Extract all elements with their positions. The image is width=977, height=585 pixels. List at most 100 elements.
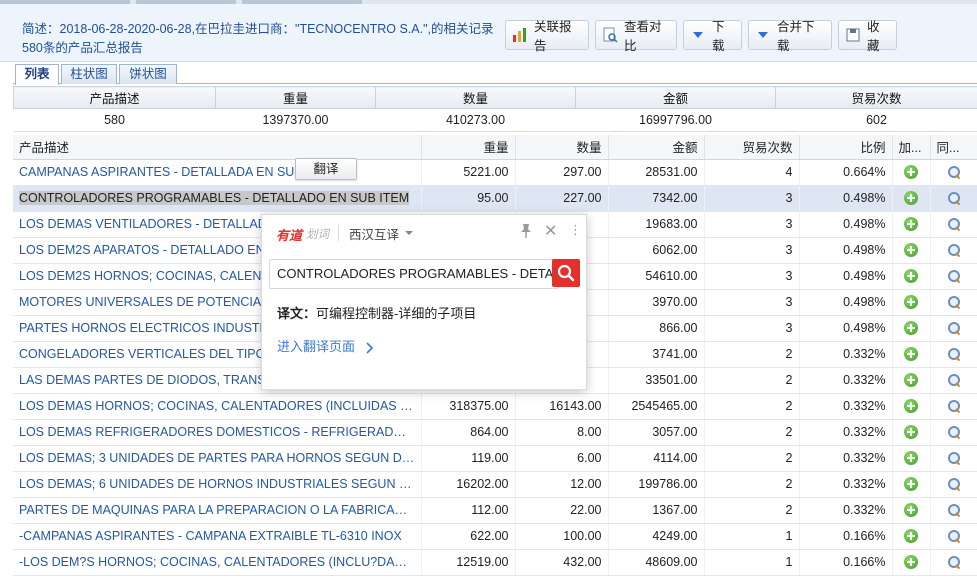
- add-cell: [892, 159, 931, 186]
- more-options-icon[interactable]: ⋮: [569, 222, 583, 238]
- magnifier-icon[interactable]: [947, 477, 961, 491]
- weight-cell-text: 5221.00: [463, 165, 509, 179]
- header-divider: [338, 225, 339, 241]
- magnifier-icon[interactable]: [947, 295, 961, 309]
- column-header-description[interactable]: 产品描述: [13, 135, 422, 160]
- product-description[interactable]: LOS DEMAS; 6 UNIDADES DE HORNOS INDUSTRI…: [13, 471, 422, 498]
- translate-button[interactable]: 翻译: [295, 158, 357, 180]
- magnifier-icon[interactable]: [947, 217, 961, 231]
- ratio-cell-text: 0.498%: [843, 269, 886, 283]
- summary-value: 602: [775, 108, 977, 132]
- youdao-logo-sub: 划词: [306, 229, 329, 241]
- magnifier-icon[interactable]: [947, 321, 961, 335]
- table-row[interactable]: LOS DEMAS REFRIGERADORES DOMESTICOS - RE…: [13, 419, 977, 446]
- close-icon[interactable]: ✕: [544, 221, 557, 241]
- add-cell: [892, 393, 931, 420]
- magnifier-icon[interactable]: [947, 425, 961, 439]
- magnifier-icon[interactable]: [947, 555, 961, 569]
- product-description-text: LOS DEMAS; 6 UNIDADES DE HORNOS INDUSTRI…: [19, 477, 421, 491]
- amount-cell-text: 3970.00: [652, 295, 698, 309]
- add-icon[interactable]: [904, 347, 918, 362]
- chevron-down-icon[interactable]: [405, 231, 413, 235]
- amount-cell-text: 866.00: [659, 321, 698, 335]
- add-icon[interactable]: [904, 243, 918, 258]
- column-header-amount[interactable]: 金额: [608, 135, 705, 160]
- table-row[interactable]: -LOS DEM?S HORNOS; COCINAS, CALENTADORES…: [13, 549, 977, 576]
- pin-icon[interactable]: [519, 223, 533, 239]
- product-description[interactable]: LOS DEMAS; 3 UNIDADES DE PARTES PARA HOR…: [13, 445, 422, 472]
- magnifier-icon[interactable]: [947, 399, 961, 413]
- enter-translation-page-link[interactable]: 进入翻译页面: [277, 336, 375, 355]
- merge-download-button[interactable]: 合并下载: [748, 20, 832, 53]
- add-icon[interactable]: [904, 503, 918, 518]
- column-header-quantity[interactable]: 数量: [515, 135, 609, 160]
- download-button[interactable]: 下载: [683, 20, 742, 53]
- product-description[interactable]: CONTROLADORES PROGRAMABLES - DETALLADO E…: [13, 185, 422, 212]
- magnifier-icon[interactable]: [947, 243, 961, 257]
- column-header-weight[interactable]: 重量: [421, 135, 516, 160]
- amount-cell-text: 3057.00: [652, 425, 698, 439]
- tab-list[interactable]: 列表: [15, 64, 59, 85]
- summary-header: 金额: [575, 86, 776, 109]
- add-icon[interactable]: [904, 165, 918, 180]
- magnifier-icon[interactable]: [947, 451, 961, 465]
- tab-pie-chart[interactable]: 饼状图: [119, 64, 177, 84]
- table-row[interactable]: CONTROLADORES PROGRAMABLES - DETALLADO E…: [13, 185, 977, 212]
- ratio-cell: 0.332%: [799, 393, 893, 420]
- add-icon[interactable]: [904, 529, 918, 544]
- magnifier-icon[interactable]: [947, 503, 961, 517]
- column-header-same[interactable]: 同...: [930, 135, 977, 160]
- magnifier-icon[interactable]: [947, 529, 961, 543]
- weight-cell-text: 12519.00: [456, 555, 509, 569]
- summary-header: 数量: [375, 86, 576, 109]
- add-icon[interactable]: [904, 295, 918, 310]
- column-header-ratio[interactable]: 比例: [799, 135, 893, 160]
- table-row[interactable]: LOS DEMAS; 6 UNIDADES DE HORNOS INDUSTRI…: [13, 471, 977, 498]
- trade-count-cell: 3: [704, 263, 800, 290]
- related-report-button[interactable]: 关联报告: [505, 20, 589, 53]
- table-row[interactable]: CAMPANAS ASPIRANTES - DETALLADA EN SUB I…: [13, 159, 977, 186]
- language-mode-select[interactable]: 西汉互译: [349, 224, 399, 243]
- add-icon[interactable]: [904, 321, 918, 336]
- add-icon[interactable]: [904, 451, 918, 466]
- column-header-trade-count[interactable]: 贸易次数: [704, 135, 800, 160]
- product-description[interactable]: -CAMPANAS ASPIRANTES - CAMPANA EXTRAIBLE…: [13, 523, 422, 550]
- magnifier-icon[interactable]: [947, 165, 961, 179]
- add-icon[interactable]: [904, 399, 918, 414]
- add-icon[interactable]: [904, 269, 918, 284]
- add-cell: [892, 341, 931, 368]
- table-row[interactable]: -CAMPANAS ASPIRANTES - CAMPANA EXTRAIBLE…: [13, 523, 977, 550]
- magnifier-icon[interactable]: [947, 269, 961, 283]
- column-header-add[interactable]: 加...: [892, 135, 931, 160]
- add-icon[interactable]: [904, 555, 918, 570]
- query-input[interactable]: CONTROLADORES PROGRAMABLES - DETALLADO E…: [269, 259, 559, 289]
- tab-bar-chart[interactable]: 柱状图: [61, 64, 117, 84]
- trade-count-cell-text: 1: [785, 555, 793, 569]
- amount-cell-text: 6062.00: [652, 243, 698, 257]
- product-description[interactable]: PARTES DE MAQUINAS PARA LA PREPARACION O…: [13, 497, 422, 524]
- magnifier-icon[interactable]: [947, 191, 961, 205]
- table-row[interactable]: PARTES DE MAQUINAS PARA LA PREPARACION O…: [13, 497, 977, 524]
- weight-cell-text: 16202.00: [456, 477, 509, 491]
- product-description[interactable]: LOS DEMAS HORNOS; COCINAS, CALENTADORES …: [13, 393, 422, 420]
- trade-count-cell-text: 2: [785, 399, 793, 413]
- add-icon[interactable]: [904, 477, 918, 492]
- weight-cell-text: 318375.00: [449, 399, 509, 413]
- add-icon[interactable]: [904, 191, 918, 206]
- product-description[interactable]: LOS DEMAS REFRIGERADORES DOMESTICOS - RE…: [13, 419, 422, 446]
- table-row[interactable]: LOS DEMAS; 3 UNIDADES DE PARTES PARA HOR…: [13, 445, 977, 472]
- product-description[interactable]: CAMPANAS ASPIRANTES - DETALLADA EN SUB I…: [13, 159, 422, 186]
- product-description[interactable]: -LOS DEM?S HORNOS; COCINAS, CALENTADORES…: [13, 549, 422, 576]
- magnifier-icon[interactable]: [947, 347, 961, 361]
- add-icon[interactable]: [904, 373, 918, 388]
- weight-cell: 5221.00: [421, 159, 516, 186]
- compare-button[interactable]: 查看对比: [595, 20, 677, 53]
- search-button[interactable]: [552, 259, 580, 287]
- favorite-button[interactable]: 收藏: [838, 20, 897, 53]
- magnifier-icon[interactable]: [947, 373, 961, 387]
- product-description-text: CONTROLADORES PROGRAMABLES - DETALLADO E…: [19, 191, 410, 205]
- add-icon[interactable]: [904, 217, 918, 232]
- table-row[interactable]: LOS DEMAS HORNOS; COCINAS, CALENTADORES …: [13, 393, 977, 420]
- add-icon[interactable]: [904, 425, 918, 440]
- add-cell: [892, 263, 931, 290]
